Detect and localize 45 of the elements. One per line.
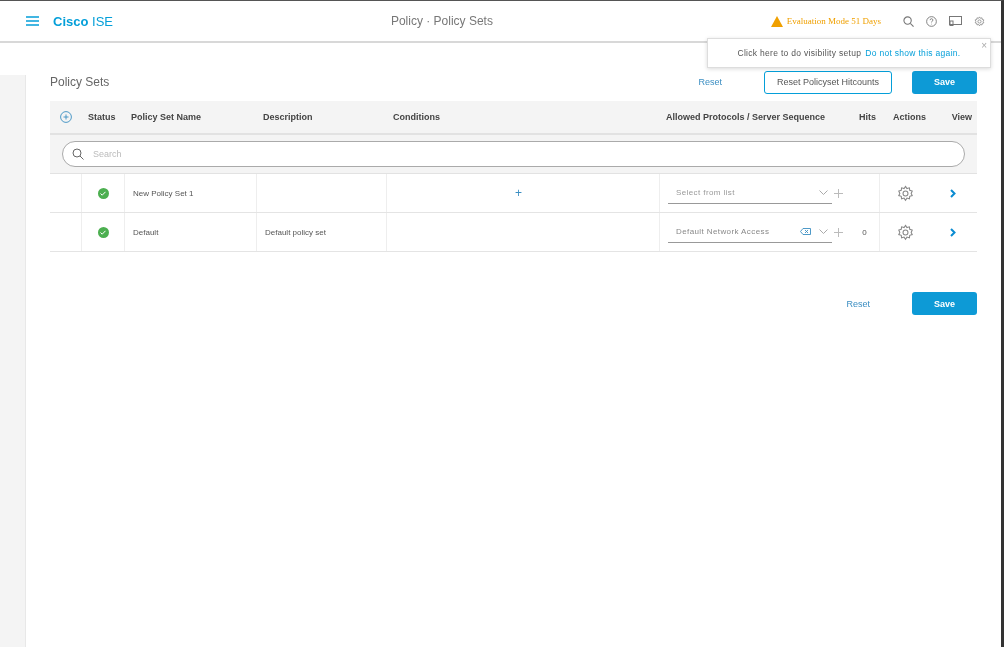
warning-icon [770, 15, 783, 27]
settings-icon[interactable] [974, 15, 985, 27]
hits-count: 0 [862, 227, 867, 237]
chevron-down-icon[interactable] [819, 190, 828, 195]
section-title: Policy Sets [50, 75, 111, 89]
plus-icon[interactable] [834, 188, 843, 198]
save-button[interactable]: Save [912, 292, 977, 315]
reset-link[interactable]: Reset [692, 76, 728, 88]
search-field[interactable]: Search [62, 141, 965, 167]
dismiss-link[interactable]: Do not show this again. [865, 48, 961, 58]
page-title: Policy · Policy Sets [390, 14, 493, 28]
column-header: Status [87, 112, 117, 122]
gear-icon[interactable] [896, 184, 914, 202]
description-text: Default policy set [265, 227, 326, 237]
menu-icon[interactable] [26, 16, 39, 26]
chevron-right-icon[interactable] [950, 227, 956, 237]
column-header: View [950, 112, 973, 122]
popover-message[interactable]: Click here to do visibility setup [737, 48, 862, 58]
policy-set-name: Default [133, 227, 159, 237]
chevron-down-icon[interactable] [819, 229, 828, 234]
column-header: Actions [892, 112, 927, 122]
column-header: Conditions [392, 112, 441, 122]
policy-set-name: New Policy Set 1 [133, 188, 194, 198]
add-icon[interactable] [60, 111, 72, 123]
reset-link[interactable]: Reset [840, 297, 876, 310]
plus-icon[interactable] [834, 227, 843, 237]
column-header: Hits [858, 112, 877, 122]
clear-icon[interactable] [800, 228, 811, 235]
protocol-dropdown[interactable]: Default Network Access [668, 221, 832, 243]
column-header: Allowed Protocols / Server Sequence [665, 112, 827, 122]
evaluation-notice: Evaluation Mode 51 Days [786, 16, 881, 26]
protocol-dropdown[interactable]: Select from list [668, 182, 832, 204]
save-button[interactable]: Save [912, 70, 977, 94]
search-icon [72, 148, 84, 160]
search-icon[interactable] [903, 15, 914, 27]
gear-icon[interactable] [896, 223, 914, 241]
help-icon[interactable] [926, 15, 937, 27]
monitor-icon[interactable] [949, 16, 962, 26]
cisco-ise-logo: Cisco ISE [53, 13, 113, 29]
chevron-right-icon[interactable] [950, 188, 956, 198]
column-header: Policy Set Name [130, 112, 203, 122]
close-button[interactable]: × [981, 40, 987, 51]
column-header: Description [262, 112, 314, 122]
add-condition-button[interactable]: + [515, 186, 522, 200]
reset-hitcounts-button[interactable]: Reset Policyset Hitcounts [763, 70, 892, 94]
